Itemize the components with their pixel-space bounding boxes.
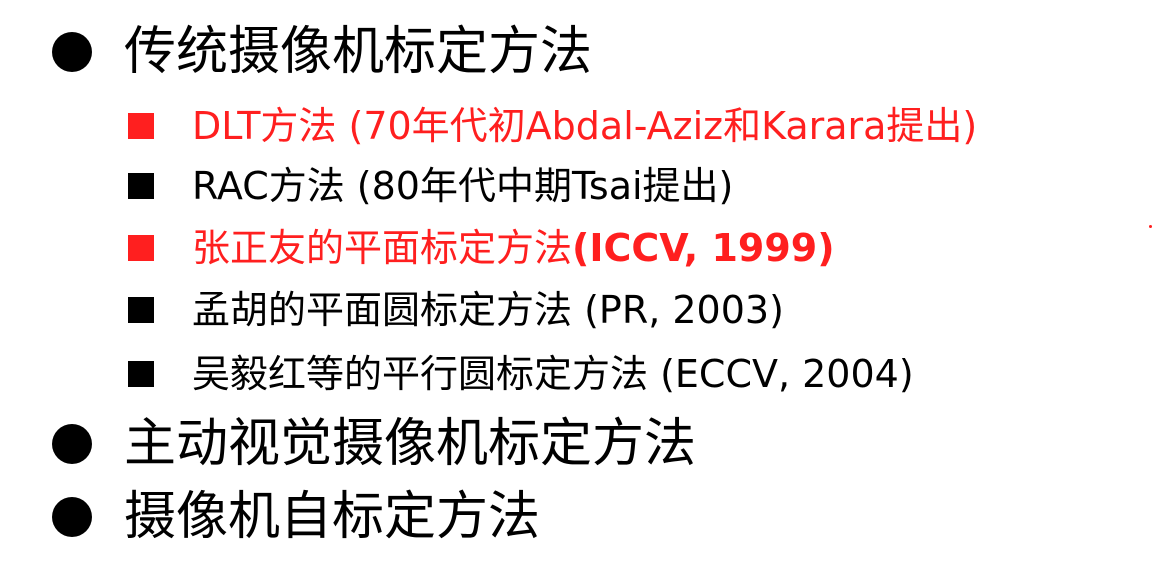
item-citation: (ICCV, 1999): [572, 226, 835, 270]
item-text: 传统摄像机标定方法: [124, 22, 593, 82]
bullet-disc-icon: [52, 424, 92, 464]
list-item-rac-method: RAC方法 (80年代中期Tsai提出): [128, 162, 733, 210]
item-text: 张正友的平面标定方法: [192, 226, 573, 270]
bullet-square-icon: [128, 173, 154, 199]
bullet-disc-icon: [52, 497, 92, 537]
list-item-wu-parallel-circles-method: 吴毅红等的平行圆标定方法 (ECCV, 2004): [128, 350, 914, 398]
item-text: DLT方法 (70年代初Abdal-Aziz和Karara提出): [192, 104, 978, 148]
bullet-square-icon: [128, 361, 154, 387]
list-item-self-calibration: 摄像机自标定方法: [52, 487, 540, 547]
list-item-meng-hu-circle-method: 孟胡的平面圆标定方法 (PR, 2003): [128, 286, 784, 334]
item-text: 主动视觉摄像机标定方法: [124, 414, 697, 474]
bullet-square-icon: [128, 235, 154, 261]
item-text: 摄像机自标定方法: [124, 487, 541, 547]
list-item-zhang-planar-method: 张正友的平面标定方法 (ICCV, 1999): [128, 224, 835, 272]
slide: 传统摄像机标定方法 DLT方法 (70年代初Abdal-Aziz和Karara提…: [0, 0, 1164, 575]
item-text: 吴毅红等的平行圆标定方法 (ECCV, 2004): [192, 352, 914, 396]
item-text: 孟胡的平面圆标定方法 (PR, 2003): [192, 288, 784, 332]
list-item-dlt-method: DLT方法 (70年代初Abdal-Aziz和Karara提出): [128, 102, 977, 150]
list-item-traditional-calibration: 传统摄像机标定方法: [52, 22, 592, 82]
bullet-disc-icon: [52, 32, 92, 72]
item-text: RAC方法 (80年代中期Tsai提出): [192, 164, 734, 208]
stray-dot: [1149, 225, 1152, 228]
bullet-square-icon: [128, 113, 154, 139]
bullet-square-icon: [128, 297, 154, 323]
list-item-active-vision-calibration: 主动视觉摄像机标定方法: [52, 414, 696, 474]
